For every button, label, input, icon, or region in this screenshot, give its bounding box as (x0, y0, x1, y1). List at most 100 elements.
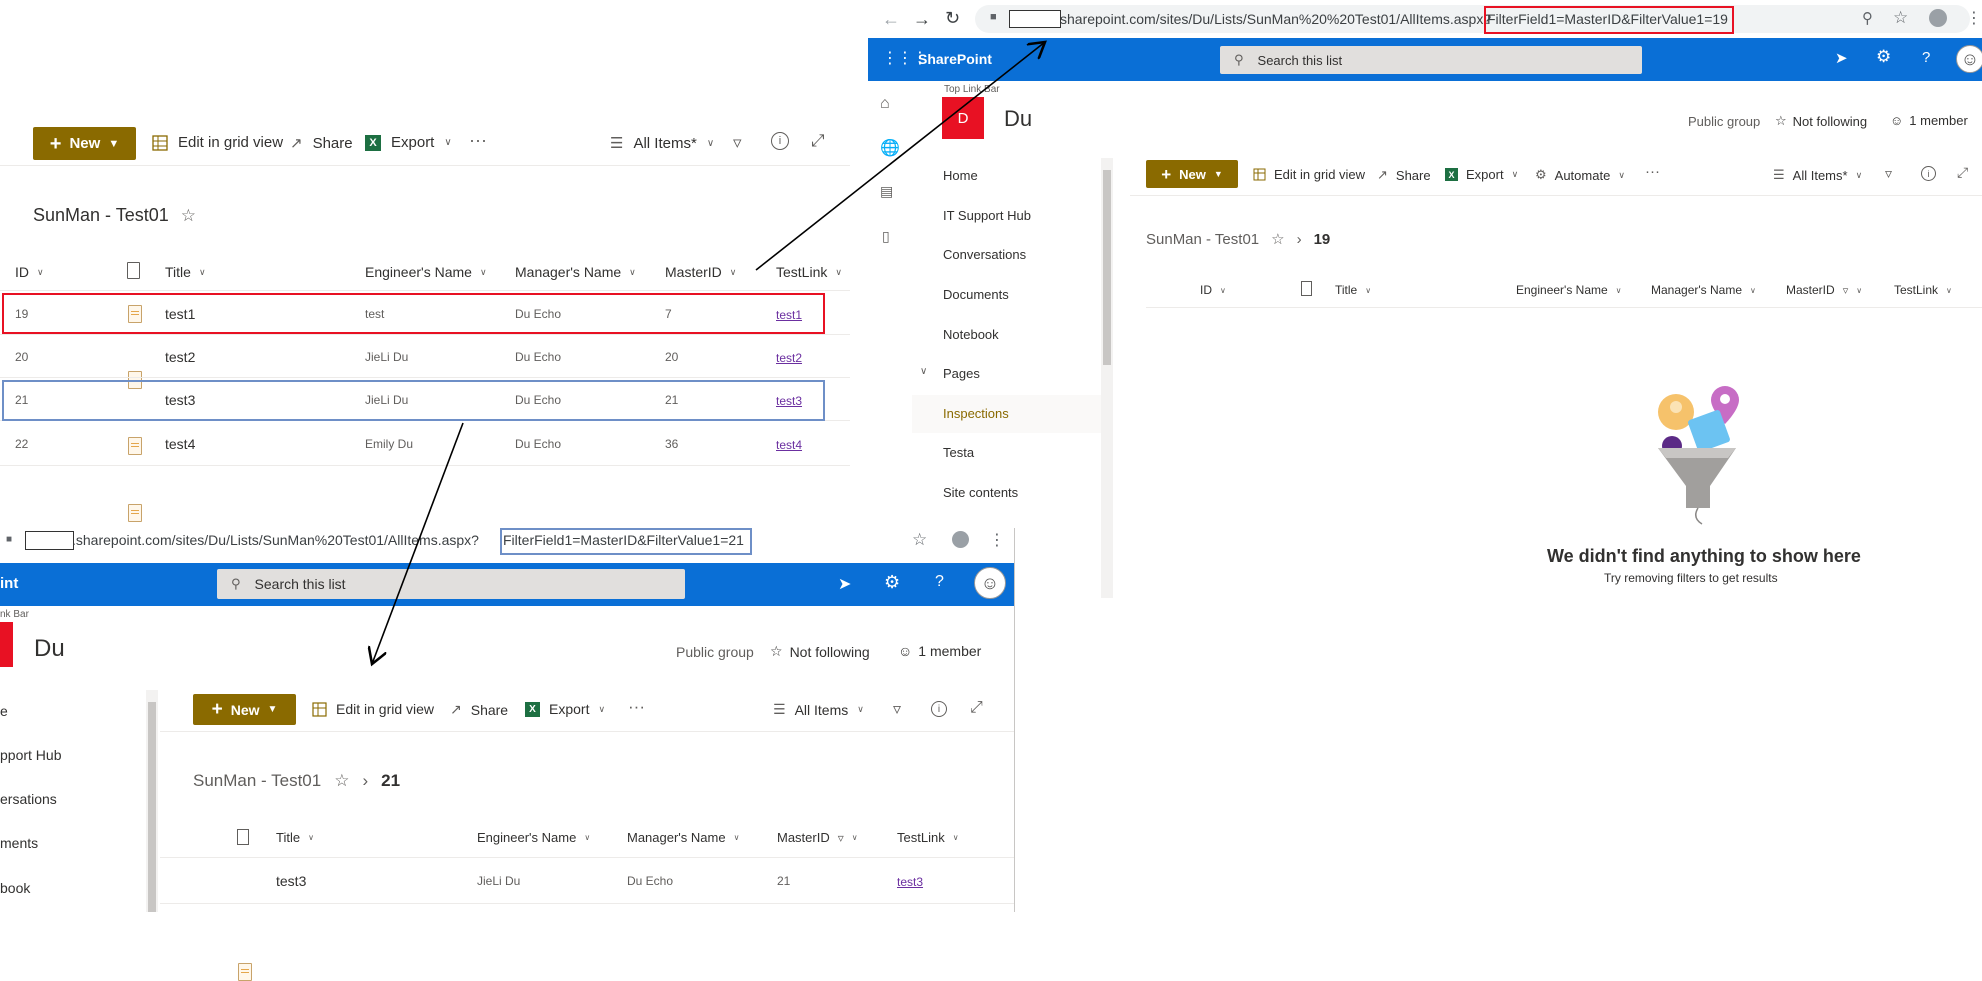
col-header-manager[interactable]: Manager's Name ∨ (515, 264, 636, 280)
favorite-star-icon[interactable]: ☆ (334, 771, 349, 791)
suite-title[interactable]: SharePoint (918, 51, 992, 67)
filter-icon[interactable]: ▿ (893, 699, 901, 719)
file-icon[interactable]: ▯ (882, 228, 890, 245)
expand-icon[interactable]: ⤢ (1957, 164, 1968, 181)
follow-button[interactable]: ☆ Not following (770, 643, 870, 660)
info-icon[interactable]: i (1921, 166, 1936, 181)
favorite-star-icon[interactable]: ☆ (1271, 230, 1284, 248)
nav-item-notebook[interactable]: book (0, 880, 30, 896)
nav-item-inspections[interactable]: Inspections (943, 406, 1009, 421)
nav-item-conversations[interactable]: Conversations (943, 247, 1026, 262)
col-header-title[interactable]: Title ∨ (165, 264, 206, 280)
view-selector[interactable]: ☰ All Items* ∨ (610, 134, 714, 153)
nav-item-pages[interactable]: Pages (943, 366, 980, 381)
chevron-down-icon[interactable]: ∨ (920, 366, 927, 377)
cell-testlink[interactable]: test4 (776, 438, 802, 452)
breadcrumb-list[interactable]: SunMan - Test01 (193, 771, 321, 791)
menu-dots-icon[interactable]: ⋮ (1966, 8, 1982, 28)
more-button[interactable]: ··· (469, 130, 487, 151)
view-selector[interactable]: ☰ All Items ∨ (773, 701, 864, 718)
col-header-testlink[interactable]: TestLink ∨ (897, 830, 959, 845)
col-header-title[interactable]: Title ∨ (276, 830, 314, 845)
filter-icon[interactable]: ▿ (733, 133, 742, 153)
col-header-masterid[interactable]: MasterID ∨ (665, 264, 736, 280)
avatar[interactable]: ☺ (974, 567, 1006, 599)
search-input[interactable]: ⚲ Search this list (1220, 46, 1642, 74)
news-icon[interactable]: ▤ (880, 183, 893, 200)
cell-title[interactable]: test2 (165, 349, 195, 365)
breadcrumb-list[interactable]: SunMan - Test01 (1146, 231, 1259, 248)
help-icon[interactable]: ? (1922, 49, 1930, 66)
menu-dots-icon[interactable]: ⋮ (989, 530, 1005, 550)
home-icon[interactable]: ⌂ (880, 95, 890, 113)
col-header-title[interactable]: Title ∨ (1335, 283, 1371, 297)
table-row[interactable]: test3 JieLi Du Du Echo 21 test3 (0, 92, 1982, 981)
megaphone-icon[interactable]: ➤ (1835, 49, 1848, 67)
avatar[interactable]: ☺ (1956, 45, 1982, 73)
nav-item-documents[interactable]: Documents (943, 287, 1009, 302)
bookmark-star-icon[interactable]: ☆ (912, 530, 927, 550)
share-button[interactable]: ↗ Share (450, 701, 508, 718)
export-button[interactable]: X Export ∨ (365, 134, 452, 151)
col-header-engineer[interactable]: Engineer's Name ∨ (477, 830, 590, 845)
expand-icon[interactable]: ⤢ (811, 131, 825, 151)
new-button[interactable]: + New ▼ (193, 694, 296, 725)
col-header-id[interactable]: ID ∨ (15, 264, 44, 280)
suite-title[interactable]: int (0, 575, 18, 592)
profile-icon[interactable] (952, 531, 969, 548)
profile-icon[interactable] (1929, 9, 1947, 27)
cell-title[interactable]: test4 (165, 436, 195, 452)
col-header-masterid[interactable]: MasterID ▿ ∨ (1786, 283, 1862, 297)
forward-icon[interactable]: → (913, 9, 931, 30)
export-button[interactable]: X Export ∨ (525, 701, 605, 717)
nav-item-it-support-hub[interactable]: pport Hub (0, 747, 61, 763)
col-header-manager[interactable]: Manager's Name ∨ (627, 830, 739, 845)
expand-icon[interactable]: ⤢ (970, 699, 983, 717)
nav-item-home[interactable]: Home (943, 168, 978, 183)
col-header-testlink[interactable]: TestLink ∨ (776, 264, 842, 280)
reload-icon[interactable]: ↻ (945, 8, 960, 29)
export-button[interactable]: X Export ∨ (1445, 167, 1518, 182)
site-logo[interactable] (0, 622, 13, 667)
site-logo[interactable]: D (942, 97, 984, 139)
gear-icon[interactable]: ⚙ (1876, 47, 1891, 67)
nav-item-testa[interactable]: Testa (943, 445, 974, 460)
share-button[interactable]: ↗ Share (1377, 167, 1431, 183)
more-button[interactable]: ··· (628, 697, 645, 717)
col-header-masterid[interactable]: MasterID ▿ ∨ (777, 830, 858, 845)
follow-button[interactable]: ☆ Not following (1775, 113, 1867, 129)
nav-item-conversations[interactable]: ersations (0, 791, 57, 807)
cell-title[interactable]: test3 (276, 873, 306, 889)
col-header-testlink[interactable]: TestLink ∨ (1894, 283, 1952, 297)
megaphone-icon[interactable]: ➤ (838, 574, 851, 594)
edit-grid-button[interactable]: Edit in grid view (1253, 167, 1365, 182)
search-input[interactable]: ⚲ Search this list (217, 569, 685, 599)
new-button[interactable]: + New ▼ (33, 127, 136, 160)
col-header-id[interactable]: ID ∨ (1200, 283, 1226, 297)
nav-item-it-support-hub[interactable]: IT Support Hub (943, 208, 1031, 223)
help-icon[interactable]: ? (935, 573, 944, 591)
nav-item-home[interactable]: e (0, 703, 8, 719)
cell-testlink[interactable]: test3 (897, 875, 923, 889)
info-icon[interactable]: i (931, 701, 947, 717)
nav-item-documents[interactable]: ments (0, 835, 38, 851)
bookmark-star-icon[interactable]: ☆ (1893, 8, 1908, 28)
cell-testlink[interactable]: test2 (776, 351, 802, 365)
automate-button[interactable]: ⚙ Automate ∨ (1535, 167, 1625, 183)
more-button[interactable]: ··· (1645, 163, 1660, 180)
view-selector[interactable]: ☰ All Items* ∨ (1773, 167, 1862, 183)
new-button[interactable]: + New ▼ (1146, 160, 1238, 188)
zoom-icon[interactable]: ⚲ (1862, 9, 1873, 27)
nav-item-site-contents[interactable]: Site contents (943, 485, 1018, 500)
members-button[interactable]: ☺ 1 member (1890, 113, 1968, 128)
col-header-engineer[interactable]: Engineer's Name ∨ (365, 264, 487, 280)
favorite-star-icon[interactable]: ☆ (181, 206, 196, 226)
info-icon[interactable]: i (771, 132, 789, 150)
edit-grid-button[interactable]: Edit in grid view (312, 701, 434, 717)
filter-icon[interactable]: ▿ (1885, 165, 1892, 182)
scrollbar-thumb[interactable] (1103, 170, 1111, 365)
gear-icon[interactable]: ⚙ (884, 572, 900, 593)
back-icon[interactable]: ← (882, 9, 900, 30)
edit-grid-button[interactable]: Edit in grid view (152, 134, 283, 151)
col-header-manager[interactable]: Manager's Name ∨ (1651, 283, 1756, 297)
